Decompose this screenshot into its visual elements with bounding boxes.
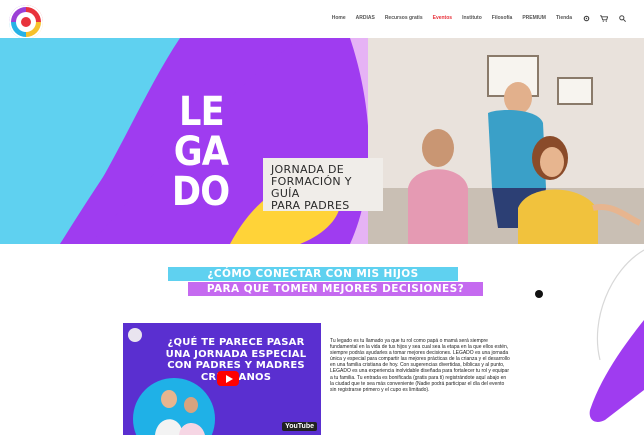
nav-recursos-gratis[interactable]: Recursos gratis [385,15,423,21]
decorative-dot [535,290,543,298]
video-headline-line-2: UNA JORNADA ESPECIAL [165,348,307,360]
nav-instituto[interactable]: Instituto [462,15,482,21]
nav-ardias[interactable]: ARDIAS [356,15,375,21]
legado-line-2: GA [173,129,229,175]
video-headline-line-3: CON PADRES Y MADRES [167,360,305,371]
event-description: Tu legado es tu llamado ya que tu rol co… [330,338,510,393]
hero-banner: LE GA DO JORNADA DE FORMACIÓN Y GUÍA PAR… [0,38,644,244]
video-headline-line-1: ¿QUÉ TE PARECE PASAR [167,337,305,348]
question-line-1: ¿CÓMO CONECTAR CON MIS HIJOS [207,268,419,280]
hero-title-line-3: PARA PADRES [271,199,350,212]
legado-wordmark: LE GA DO [162,92,240,212]
video-player[interactable]: ¿QUÉ TE PARECE PASAR UNA JORNADA ESPECIA… [123,323,321,435]
site-logo[interactable] [9,5,43,39]
question-line-2: PARA QUE TOMEN MEJORES DECISIONES? [206,283,465,295]
legado-line-3: DO [172,169,230,215]
main-menu: Home ARDIAS Recursos gratis Eventos Inst… [332,14,626,22]
cart-icon[interactable] [600,14,608,22]
top-navigation: Home ARDIAS Recursos gratis Eventos Inst… [0,0,644,39]
family-photo [368,38,644,244]
gear-icon[interactable] [582,14,590,22]
decorative-arcs [589,249,644,422]
nav-tienda[interactable]: Tienda [556,15,572,21]
search-icon[interactable] [618,14,626,22]
hero-title-box: JORNADA DE FORMACIÓN Y GUÍA PARA PADRES [263,158,383,212]
nav-filosofia[interactable]: Filosofía [492,15,513,21]
legado-line-1: LE [178,89,225,135]
hero-title-line-2: FORMACIÓN Y GUÍA [271,175,352,200]
nav-eventos[interactable]: Eventos [433,15,452,21]
play-button[interactable] [217,371,239,386]
nav-premium[interactable]: PREMIUM [522,15,546,21]
youtube-badge[interactable]: YouTube [282,422,317,431]
channel-logo [128,328,142,342]
nav-home[interactable]: Home [332,15,346,21]
video-thumbnail-people [155,390,205,435]
